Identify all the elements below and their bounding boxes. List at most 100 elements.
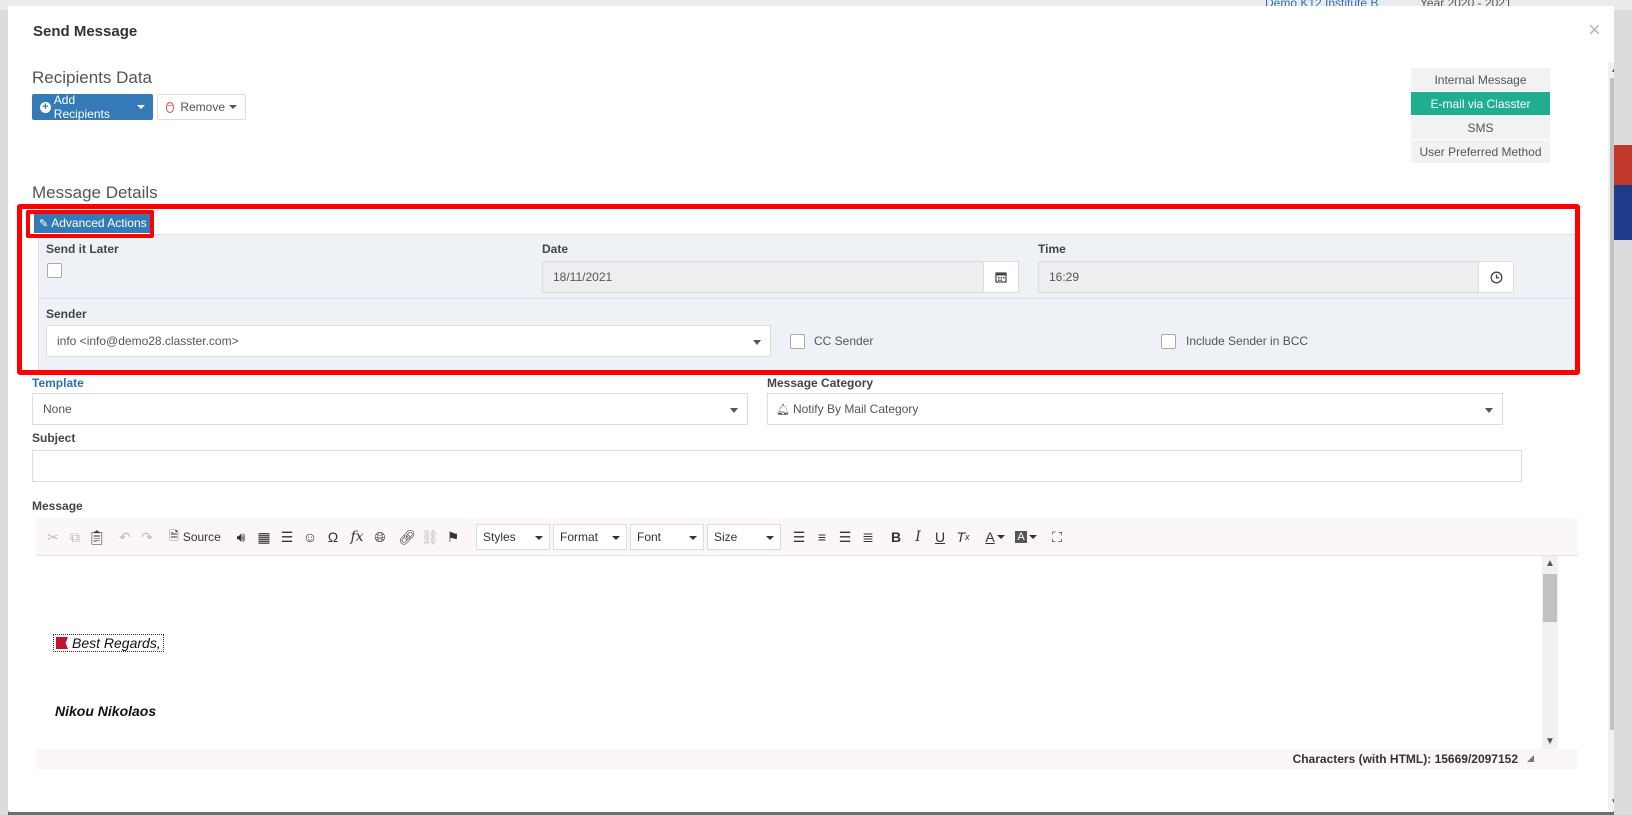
add-recipients-button[interactable]: + Add Recipients bbox=[32, 93, 153, 121]
maximize-icon[interactable]: ⛶ bbox=[1048, 526, 1066, 548]
send-later-checkbox[interactable] bbox=[47, 263, 62, 278]
scroll-down-icon[interactable]: ▼ bbox=[1610, 797, 1614, 808]
recipients-heading: Recipients Data bbox=[32, 68, 153, 87]
sender-select[interactable]: info <info@demo28.classter.com> bbox=[46, 325, 771, 357]
subject-label: Subject bbox=[32, 431, 76, 445]
remove-label: Remove bbox=[180, 100, 225, 114]
styles-label: Styles bbox=[483, 530, 516, 544]
font-select[interactable]: Font bbox=[630, 524, 704, 550]
undo-icon[interactable]: ↶ bbox=[116, 526, 134, 548]
source-button[interactable]: 🗎︎ Source bbox=[164, 526, 226, 548]
message-label: Message bbox=[32, 499, 83, 513]
calendar-icon[interactable] bbox=[983, 261, 1019, 293]
font-label: Font bbox=[637, 530, 662, 544]
remove-format-icon[interactable]: Tx bbox=[954, 526, 972, 548]
method-user-preferred[interactable]: User Preferred Method bbox=[1411, 140, 1550, 163]
signature-name: Nikou Nikolaos bbox=[55, 703, 157, 719]
background-right-edge bbox=[1614, 10, 1632, 815]
chevron-down-icon bbox=[766, 536, 774, 540]
bcc-sender-label: Include Sender in BCC bbox=[1186, 334, 1309, 348]
format-label: Format bbox=[560, 530, 599, 544]
anchor-flag-icon[interactable]: ⚑ bbox=[444, 526, 462, 548]
audio-icon[interactable]: 🔊︎ bbox=[232, 526, 250, 548]
scroll-up-icon[interactable]: ▲ bbox=[1545, 558, 1555, 569]
clock-icon[interactable] bbox=[1478, 261, 1514, 293]
copy-icon[interactable]: ⧉ bbox=[66, 526, 84, 548]
smiley-icon[interactable]: ☺ bbox=[301, 526, 319, 548]
format-select[interactable]: Format bbox=[553, 524, 627, 550]
time-input[interactable]: 16:29 bbox=[1038, 261, 1479, 293]
advanced-actions-button[interactable]: ✎ Advanced Actions bbox=[34, 213, 152, 233]
align-center-icon[interactable]: ≡ bbox=[813, 526, 831, 548]
add-recipients-label: Add Recipients bbox=[53, 93, 110, 121]
scroll-up-icon[interactable]: ▲ bbox=[1610, 64, 1614, 75]
method-internal-message[interactable]: Internal Message bbox=[1411, 68, 1550, 91]
formula-icon[interactable]: fx bbox=[347, 526, 367, 548]
paste-icon[interactable]: 📋︎ bbox=[88, 526, 106, 548]
date-label: Date bbox=[542, 242, 569, 256]
subject-input[interactable] bbox=[32, 450, 1522, 482]
link-icon[interactable]: 🔗︎ bbox=[398, 526, 416, 548]
table-icon[interactable]: ▦ bbox=[255, 526, 273, 548]
panel-divider bbox=[38, 298, 1579, 299]
styles-select[interactable]: Styles bbox=[476, 524, 550, 550]
source-label: Source bbox=[182, 530, 221, 544]
redo-icon[interactable]: ↷ bbox=[138, 526, 156, 548]
size-select[interactable]: Size bbox=[707, 524, 781, 550]
message-editor[interactable] bbox=[36, 556, 1578, 749]
background-color-icon[interactable]: A bbox=[1013, 526, 1039, 548]
chevron-down-icon bbox=[612, 536, 620, 540]
remove-button[interactable]: − Remove bbox=[157, 94, 246, 120]
chevron-down-icon bbox=[535, 536, 543, 540]
date-input[interactable]: 18/11/2021 bbox=[542, 261, 984, 293]
editor-scrollbar[interactable]: ▲ ▼ bbox=[1542, 556, 1558, 749]
unlink-icon[interactable]: ⛓ bbox=[421, 526, 439, 548]
chevron-down-icon bbox=[689, 536, 697, 540]
template-select[interactable]: None bbox=[32, 393, 748, 425]
message-category-label: Message Category bbox=[767, 376, 874, 390]
plus-circle-icon: + bbox=[40, 101, 51, 113]
chevron-down-icon bbox=[137, 105, 145, 109]
close-icon[interactable]: × bbox=[1588, 19, 1601, 41]
message-category-select[interactable]: 🔔︎ Notify By Mail Category bbox=[767, 393, 1503, 425]
editor-toolbar: ✂ ⧉ 📋︎ ↶ ↷ 🗎︎ Source 🔊︎ ▦ ☰ ☺ Ω fx 🌐︎ 🔗︎ … bbox=[36, 518, 1578, 556]
bell-icon: 🔔︎ bbox=[776, 403, 790, 416]
italic-icon[interactable]: I bbox=[910, 526, 926, 548]
align-right-icon[interactable]: ☰ bbox=[836, 526, 854, 548]
chevron-down-icon bbox=[730, 408, 738, 413]
method-sms[interactable]: SMS bbox=[1411, 116, 1550, 139]
align-left-icon[interactable]: ☰ bbox=[790, 526, 808, 548]
message-category-value: Notify By Mail Category bbox=[792, 402, 919, 416]
sender-value: info <info@demo28.classter.com> bbox=[57, 334, 239, 348]
chevron-down-icon bbox=[229, 105, 237, 109]
best-regards-text[interactable]: Best Regards, bbox=[53, 634, 164, 652]
advanced-actions-label: Advanced Actions bbox=[51, 216, 147, 230]
cc-sender-checkbox[interactable] bbox=[790, 334, 805, 349]
cc-sender-label: CC Sender bbox=[814, 334, 874, 348]
template-value: None bbox=[43, 402, 72, 416]
justify-icon[interactable]: ≣ bbox=[859, 526, 877, 548]
modal-scroll-thumb[interactable] bbox=[1610, 78, 1614, 730]
horizontal-rule-icon[interactable]: ☰ bbox=[278, 526, 296, 548]
chevron-down-icon bbox=[1485, 408, 1493, 413]
iframe-globe-icon[interactable]: 🌐︎ bbox=[371, 526, 389, 548]
character-count: Characters (with HTML): 15669/2097152 bbox=[1292, 752, 1518, 766]
cut-icon[interactable]: ✂ bbox=[44, 526, 62, 548]
best-regards-label: Best Regards, bbox=[72, 635, 161, 651]
chevron-down-icon bbox=[753, 340, 761, 345]
bold-icon[interactable]: B bbox=[888, 526, 904, 548]
text-color-icon[interactable]: A bbox=[982, 526, 1008, 548]
resize-handle-icon[interactable] bbox=[1527, 755, 1534, 762]
send-message-modal: Send Message × Recipients Data + Add Rec… bbox=[8, 6, 1614, 812]
sender-label: Sender bbox=[46, 307, 87, 321]
scroll-down-icon[interactable]: ▼ bbox=[1545, 736, 1555, 747]
method-email-via-classter[interactable]: E-mail via Classter bbox=[1411, 92, 1550, 115]
flag-icon bbox=[56, 637, 68, 649]
special-char-icon[interactable]: Ω bbox=[324, 526, 342, 548]
modal-scrollbar[interactable]: ▲ ▼ bbox=[1608, 62, 1614, 810]
pin-icon: ✎ bbox=[39, 217, 49, 230]
underline-icon[interactable]: U bbox=[932, 526, 948, 548]
editor-scroll-thumb[interactable] bbox=[1543, 574, 1557, 622]
time-label: Time bbox=[1038, 242, 1066, 256]
bcc-sender-checkbox[interactable] bbox=[1161, 334, 1176, 349]
